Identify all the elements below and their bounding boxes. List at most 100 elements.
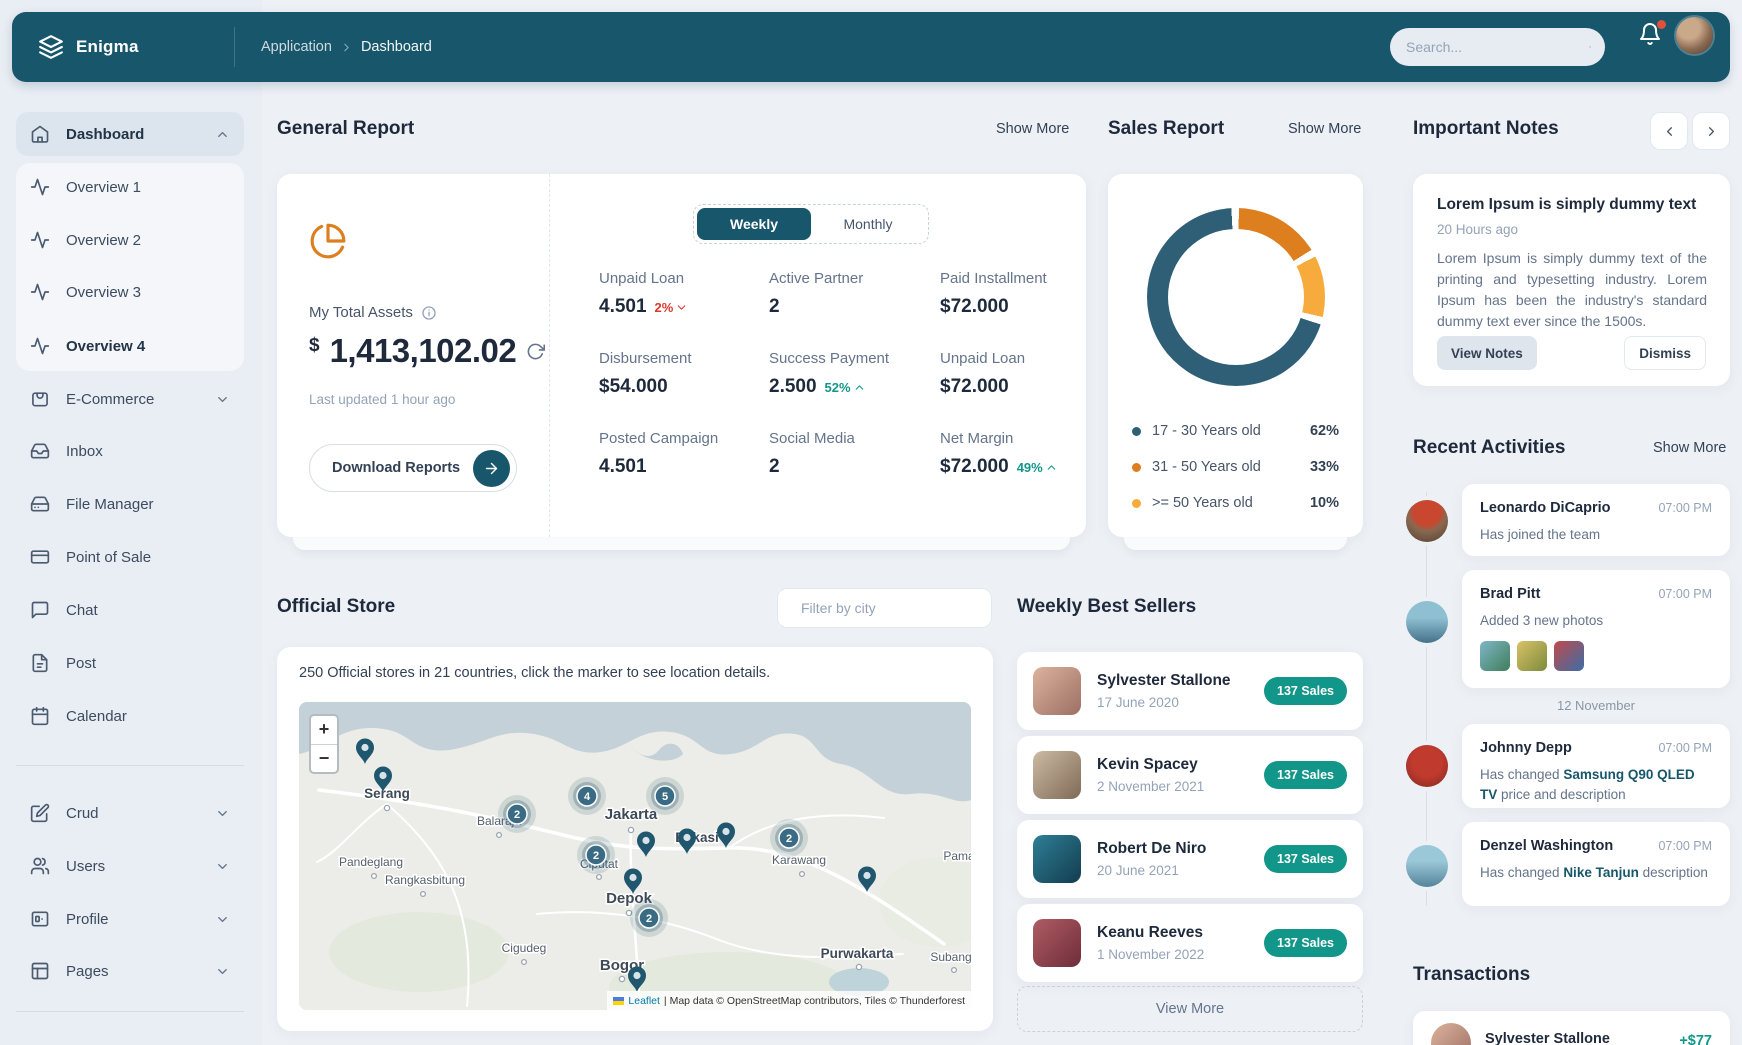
recent-activities-show-more[interactable]: Show More <box>1653 440 1726 456</box>
top-navbar: Enigma Application Dashboard <box>12 12 1730 82</box>
photo-thumbnail[interactable] <box>1480 641 1510 671</box>
activity-card: Brad Pitt 07:00 PM Added 3 new photos <box>1462 570 1730 688</box>
avatar <box>1406 500 1448 542</box>
activity-card: Denzel Washington 07:00 PM Has changed N… <box>1462 822 1730 906</box>
sidebar-item-dashboard[interactable]: Dashboard <box>16 112 244 156</box>
photo-thumbnail[interactable] <box>1554 641 1584 671</box>
sidebar-item-overview-1[interactable]: Overview 1 <box>16 167 244 207</box>
best-seller-row[interactable]: Robert De Niro 20 June 2021 137 Sales <box>1017 820 1363 898</box>
map-city-label: Pama <box>943 849 971 863</box>
svg-text:2: 2 <box>514 809 520 821</box>
edit-icon <box>30 803 50 823</box>
legend-item: >= 50 Years old 10% <box>1132 493 1339 513</box>
map-zoom-control: + − <box>309 714 339 774</box>
avatar <box>1406 745 1448 787</box>
map-city-label: Serang <box>364 786 410 801</box>
users-icon <box>30 856 50 876</box>
brand[interactable]: Enigma <box>12 34 234 60</box>
download-reports-button[interactable]: Download Reports <box>309 444 517 492</box>
cluster-marker[interactable]: 4 <box>568 777 606 815</box>
cluster-marker[interactable]: 2 <box>630 899 668 937</box>
search-icon <box>1589 38 1591 56</box>
hard-drive-icon <box>30 494 50 514</box>
leaflet-link[interactable]: Leaflet <box>628 995 660 1007</box>
card-stack-peek <box>1124 537 1347 550</box>
breadcrumb-application[interactable]: Application <box>261 39 332 55</box>
best-seller-row[interactable]: Keanu Reeves 1 November 2022 137 Sales <box>1017 904 1363 982</box>
filter-city-input[interactable] <box>799 599 984 617</box>
home-icon <box>30 124 50 144</box>
chevron-up-icon <box>1045 461 1058 474</box>
sidebar-item-file-manager[interactable]: File Manager <box>16 484 244 524</box>
sales-donut-chart[interactable] <box>1147 208 1325 386</box>
cluster-marker[interactable]: 2 <box>498 795 536 833</box>
sidebar-item-post[interactable]: Post <box>16 643 244 683</box>
map-attribution: Leaflet | Map data © OpenStreetMap contr… <box>607 991 971 1010</box>
transaction-row[interactable]: Sylvester Stallone +$77 <box>1413 1011 1730 1045</box>
svg-text:2: 2 <box>646 913 652 925</box>
note-body: Lorem Ipsum is simply dummy text of the … <box>1437 248 1707 332</box>
sidebar-item-ecommerce[interactable]: E-Commerce <box>16 379 244 419</box>
pie-chart-icon <box>309 222 347 260</box>
toggle-monthly[interactable]: Monthly <box>811 208 925 240</box>
stat-net-margin: Net Margin $72.000 49% <box>940 430 1110 510</box>
map-city-label: Karawang <box>772 853 826 867</box>
sidebar-item-pages[interactable]: Pages <box>16 951 244 991</box>
info-icon[interactable] <box>421 305 437 321</box>
sidebar-item-profile[interactable]: Profile <box>16 899 244 939</box>
notes-prev-button[interactable] <box>1650 112 1688 150</box>
chevron-down-icon <box>215 806 230 821</box>
message-square-icon <box>30 600 50 620</box>
zoom-in-button[interactable]: + <box>311 716 337 745</box>
sales-badge: 137 Sales <box>1264 845 1347 873</box>
sidebar-item-overview-4[interactable]: Overview 4 <box>16 326 244 366</box>
general-report-show-more[interactable]: Show More <box>996 121 1069 137</box>
refresh-icon[interactable] <box>526 342 545 361</box>
total-assets-label: My Total Assets <box>309 304 437 321</box>
best-seller-row[interactable]: Kevin Spacey 2 November 2021 137 Sales <box>1017 736 1363 814</box>
search-input[interactable] <box>1404 38 1589 56</box>
notes-next-button[interactable] <box>1692 112 1730 150</box>
sidebar-item-calendar[interactable]: Calendar <box>16 696 244 736</box>
store-map[interactable]: Serang Balaraja Jakarta Bekasi Karawang … <box>299 702 971 1010</box>
stat-disbursement: Disbursement $54.000 <box>599 350 769 430</box>
map-city-label: Subang <box>930 950 971 964</box>
cluster-marker[interactable]: 2 <box>770 819 808 857</box>
photo-thumbnail[interactable] <box>1517 641 1547 671</box>
layout-icon <box>30 961 50 981</box>
sales-report-show-more[interactable]: Show More <box>1288 121 1361 137</box>
cluster-marker[interactable]: 2 <box>577 836 615 874</box>
view-notes-button[interactable]: View Notes <box>1437 336 1537 370</box>
cluster-marker[interactable]: 5 <box>646 777 684 815</box>
best-seller-row[interactable]: Sylvester Stallone 17 June 2020 137 Sale… <box>1017 652 1363 730</box>
sidebar-item-point-of-sale[interactable]: Point of Sale <box>16 537 244 577</box>
sidebar-item-users[interactable]: Users <box>16 846 244 886</box>
avatar <box>1431 1023 1471 1045</box>
zoom-out-button[interactable]: − <box>311 745 337 773</box>
activity-icon <box>30 230 50 250</box>
stat-change-badge: 49% <box>1017 460 1058 475</box>
user-avatar[interactable] <box>1676 17 1713 54</box>
stat-active-partner: Active Partner 2 <box>769 270 940 350</box>
stats-grid: Unpaid Loan 4.501 2% Active Partner 2 Pa… <box>599 270 1110 510</box>
transaction-amount: +$77 <box>1679 1033 1712 1045</box>
breadcrumb-dashboard[interactable]: Dashboard <box>361 39 432 55</box>
toggle-weekly[interactable]: Weekly <box>697 208 811 240</box>
sidebar-item-chat[interactable]: Chat <box>16 590 244 630</box>
map-city-label: Pandeglang <box>339 855 403 869</box>
sidebar-item-overview-2[interactable]: Overview 2 <box>16 220 244 260</box>
notifications-button[interactable] <box>1638 22 1666 50</box>
timeline-date-divider: 12 November <box>1462 698 1730 713</box>
sidebar-item-inbox[interactable]: Inbox <box>16 431 244 471</box>
stat-social-media: Social Media 2 <box>769 430 940 510</box>
sales-report-title: Sales Report <box>1108 118 1224 140</box>
sidebar-divider <box>16 1011 244 1012</box>
view-more-button[interactable]: View More <box>1017 986 1363 1032</box>
sidebar-item-overview-3[interactable]: Overview 3 <box>16 272 244 312</box>
avatar <box>1033 919 1081 967</box>
sidebar-item-crud[interactable]: Crud <box>16 793 244 833</box>
general-report-title: General Report <box>277 118 414 140</box>
dismiss-button[interactable]: Dismiss <box>1624 336 1706 370</box>
notification-dot <box>1657 20 1666 29</box>
product-link[interactable]: Nike Tanjun <box>1563 865 1639 880</box>
